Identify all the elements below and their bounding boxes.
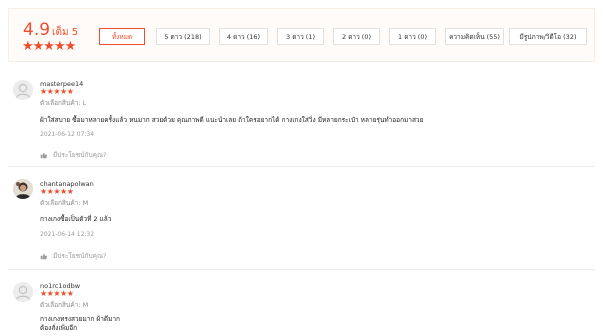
filter-5-star-button[interactable]: 5 ดาว (218) — [156, 28, 210, 45]
score-out-of: เต็ม 5 — [52, 27, 79, 38]
thumbs-up-icon — [40, 253, 47, 259]
review-variation: ตัวเลือกสินค้า: M — [40, 199, 89, 207]
helpful-button[interactable]: มีประโยชน์กับคุณ? — [40, 251, 106, 261]
default-user-avatar-icon[interactable] — [13, 80, 33, 100]
review-comment: กางเกงซื้อเป็นตัวที่ 2 แล้ว — [40, 215, 112, 223]
filter-3-star-button[interactable]: 3 ดาว (1) — [277, 28, 324, 45]
filter-media-button[interactable]: มีรูปภาพ/วิดีโอ (32) — [509, 28, 587, 45]
review-date: 2021-06-12 07:34 — [40, 131, 95, 138]
score-value: 4.9 — [23, 20, 51, 40]
review-variation: ตัวเลือกสินค้า: M — [40, 301, 89, 309]
review-comment: ผ้าใส่สบาย ซื้อมาหลายครั้งแล้ว หนมาก สวย… — [40, 116, 424, 124]
review-stars-icon: ★★★★★ — [40, 187, 74, 196]
review-comment: กางเกงทรงสวยมาก ผ้าดีมาก — [40, 315, 120, 323]
filter-4-star-button[interactable]: 4 ดาว (16) — [219, 28, 268, 45]
helpful-label: มีประโยชน์กับคุณ? — [53, 151, 107, 159]
review-stars-icon: ★★★★★ — [40, 289, 74, 298]
thumbs-up-icon — [40, 152, 47, 158]
review-divider — [8, 166, 595, 167]
overall-score: 4.9 เต็ม 5 — [23, 20, 78, 40]
review-variation: ตัวเลือกสินค้า: L — [40, 99, 87, 107]
filter-all-button[interactable]: ทั้งหมด — [99, 28, 145, 45]
overall-stars-icon: ★★★★★ — [22, 39, 76, 54]
review-divider — [8, 269, 595, 270]
filter-1-star-button[interactable]: 1 ดาว (0) — [389, 28, 436, 45]
filter-comments-button[interactable]: ความคิดเห็น (55) — [445, 28, 504, 45]
review-date: 2021-06-14 12:32 — [40, 231, 95, 238]
review-stars-icon: ★★★★★ — [40, 87, 74, 96]
rating-summary: 4.9 เต็ม 5 ★★★★★ ทั้งหมด 5 ดาว (218) 4 ดา… — [8, 8, 595, 62]
helpful-label: มีประโยชน์กับคุณ? — [53, 252, 107, 260]
filter-2-star-button[interactable]: 2 ดาว (0) — [333, 28, 380, 45]
default-user-avatar-icon[interactable] — [13, 282, 33, 302]
review-comment: ต้องสั่งเพิ่มอีก — [40, 324, 78, 332]
helpful-button[interactable]: มีประโยชน์กับคุณ? — [40, 150, 106, 160]
photo-avatar-icon[interactable] — [13, 179, 33, 199]
